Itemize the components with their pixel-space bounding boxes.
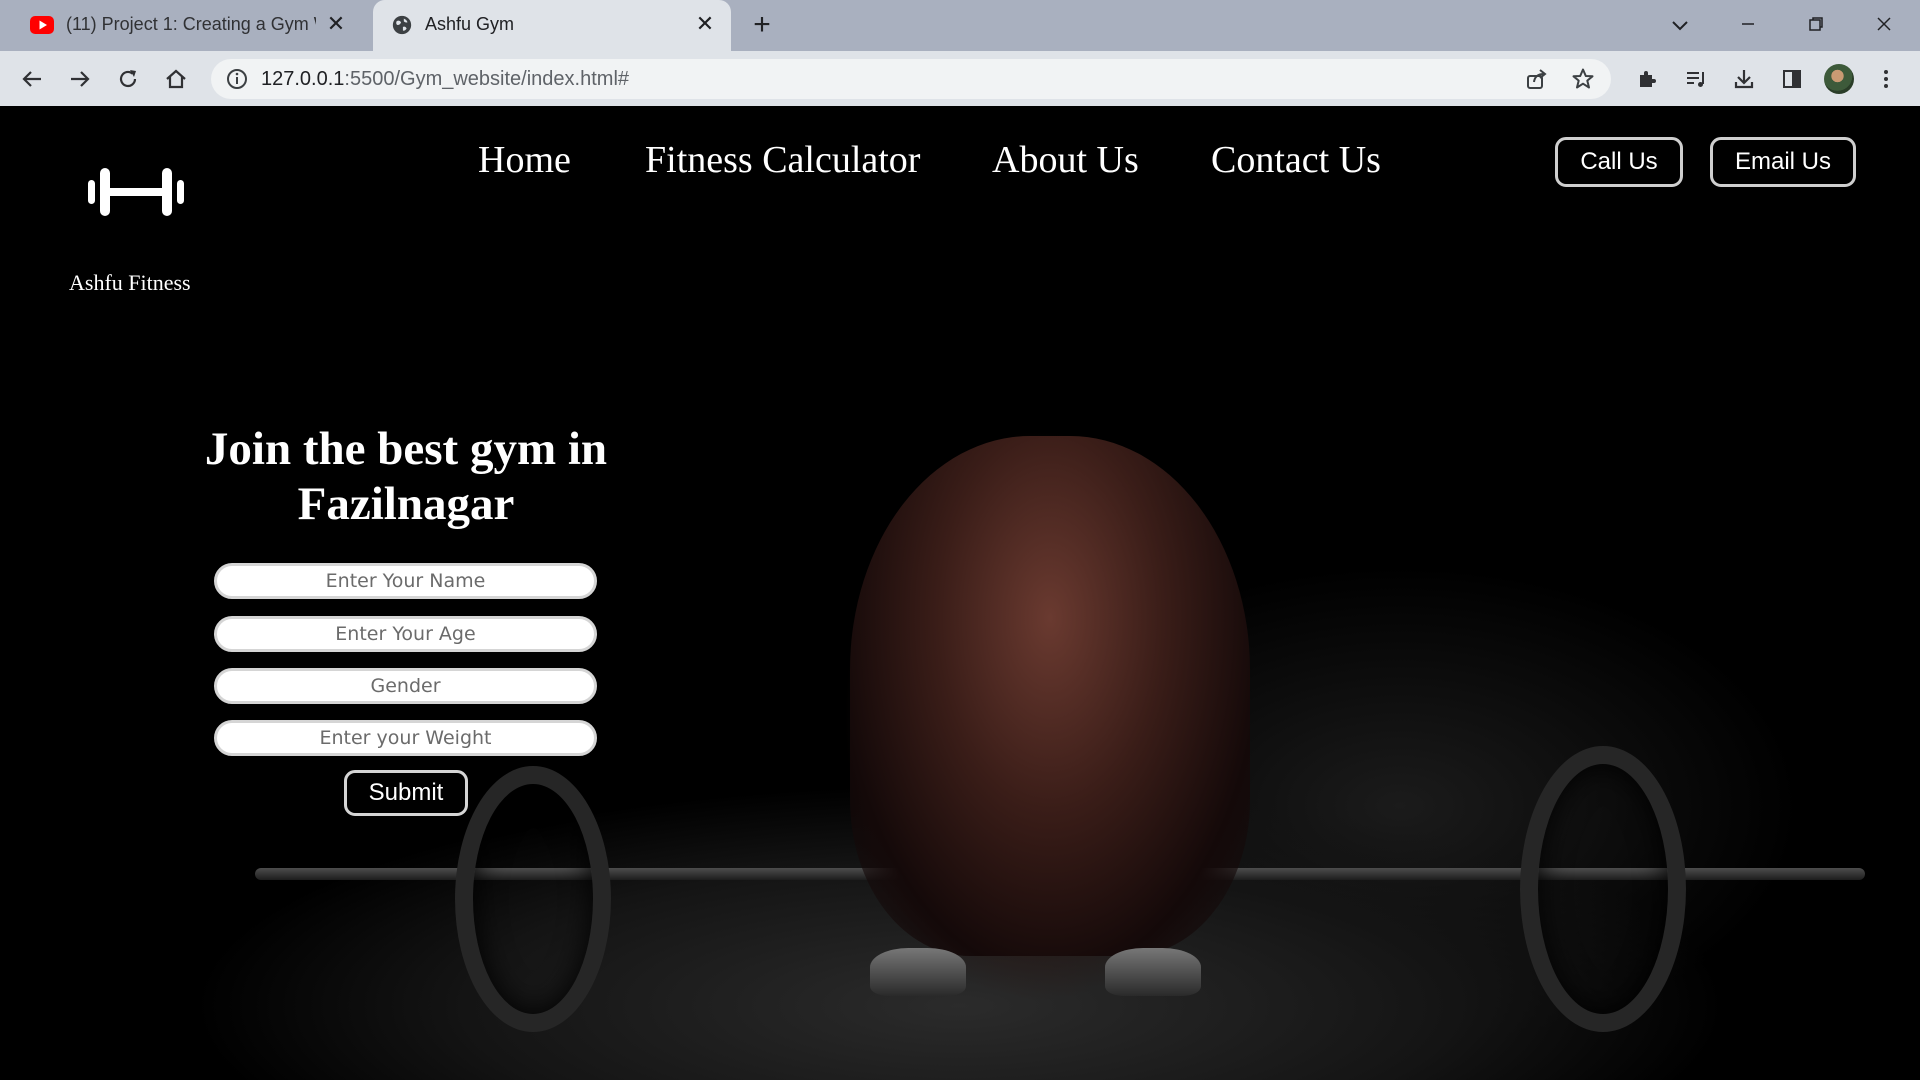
tab-title: (11) Project 1: Creating a Gym Website: [66, 14, 316, 34]
nav-fitness-calculator-link[interactable]: Fitness Calculator: [645, 138, 920, 182]
site-info-icon[interactable]: [225, 67, 249, 91]
athlete-figure: [850, 436, 1250, 956]
new-tab-icon[interactable]: +: [748, 10, 776, 40]
tab-title: Ashfu Gym: [425, 14, 515, 34]
close-tab-icon[interactable]: ✕: [693, 12, 717, 36]
weight-input[interactable]: [214, 720, 597, 756]
minimize-icon[interactable]: [1728, 8, 1768, 42]
brand-name: Ashfu Fitness: [69, 270, 191, 295]
globe-icon: [392, 15, 412, 35]
menu-dots-icon[interactable]: [1870, 63, 1902, 95]
browser-chrome: (11) Project 1: Creating a Gym Website ✕…: [0, 0, 1920, 107]
url-text[interactable]: 127.0.0.1:5500/Gym_website/index.html#: [261, 68, 629, 91]
back-icon[interactable]: [16, 63, 48, 95]
address-bar[interactable]: 127.0.0.1:5500/Gym_website/index.html#: [211, 59, 1611, 99]
athlete-shoe-right: [1105, 948, 1201, 996]
tab-youtube[interactable]: (11) Project 1: Creating a Gym Website ✕: [12, 0, 362, 51]
hero-headline: Join the best gym in Fazilnagar: [204, 423, 608, 530]
profile-avatar[interactable]: [1824, 64, 1854, 94]
side-panel-icon[interactable]: [1776, 63, 1808, 95]
submit-button[interactable]: Submit: [344, 770, 468, 816]
nav-about-us-link[interactable]: About Us: [992, 138, 1139, 182]
email-us-button[interactable]: Email Us: [1710, 137, 1856, 187]
bookmark-star-icon[interactable]: [1571, 67, 1595, 91]
athlete-shoe-left: [870, 948, 966, 996]
home-icon[interactable]: [160, 63, 192, 95]
youtube-icon: [30, 16, 54, 34]
browser-toolbar: 127.0.0.1:5500/Gym_website/index.html#: [0, 51, 1920, 107]
extensions-icon[interactable]: [1632, 63, 1664, 95]
download-icon[interactable]: [1728, 63, 1760, 95]
barbell-plate-right: [1520, 746, 1686, 1032]
url-path: :5500/Gym_website/index.html#: [344, 68, 630, 90]
call-us-button[interactable]: Call Us: [1555, 137, 1683, 187]
tab-strip: (11) Project 1: Creating a Gym Website ✕…: [0, 0, 1920, 51]
name-input[interactable]: [214, 563, 597, 599]
web-page: Ashfu Fitness Home Fitness Calculator Ab…: [0, 106, 1920, 1080]
close-tab-icon[interactable]: ✕: [324, 12, 348, 36]
forward-icon[interactable]: [64, 63, 96, 95]
reload-icon[interactable]: [112, 63, 144, 95]
share-icon[interactable]: [1525, 67, 1549, 91]
barbell-plate-left: [455, 766, 611, 1032]
tab-ashfu-gym[interactable]: Ashfu Gym ✕: [373, 0, 731, 51]
media-playlist-icon[interactable]: [1680, 63, 1712, 95]
dumbbell-icon: [88, 168, 184, 216]
nav-contact-us-link[interactable]: Contact Us: [1211, 138, 1381, 182]
tab-search-icon[interactable]: [1660, 8, 1700, 42]
age-input[interactable]: [214, 616, 597, 652]
url-host: 127.0.0.1: [261, 68, 345, 90]
nav-home-link[interactable]: Home: [478, 138, 571, 182]
close-window-icon[interactable]: [1864, 8, 1904, 42]
gender-input[interactable]: [214, 668, 597, 704]
restore-icon[interactable]: [1796, 8, 1836, 42]
